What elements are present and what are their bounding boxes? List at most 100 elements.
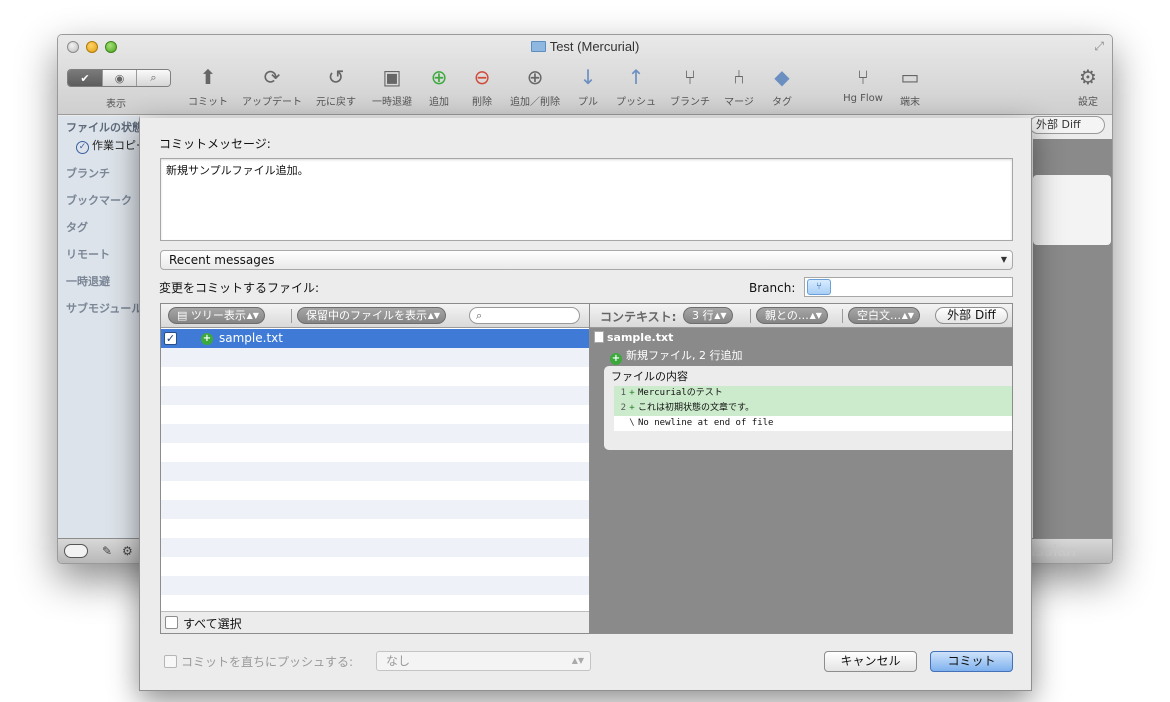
- sidebar-item-bookmarks[interactable]: ブックマーク: [66, 192, 132, 208]
- shelve-icon: ▣: [382, 65, 402, 89]
- sidebar-toggle-button[interactable]: [64, 544, 88, 558]
- push-immediately-label: コミットを直ちにプッシュする:: [181, 655, 354, 669]
- toolbar-terminal[interactable]: ▭ 端末: [898, 65, 922, 108]
- toolbar-label: 設定: [1078, 97, 1098, 108]
- toolbar-branch[interactable]: ⑂ ブランチ: [670, 65, 710, 108]
- background-external-diff-button[interactable]: 外部 Diff: [1029, 116, 1105, 134]
- push-icon: ↑: [627, 65, 645, 89]
- diff-toolbar: コンテキスト: 3 行 ▲▼ 親との… ▲▼ 空白文… ▲▼ 外部 Diff: [590, 304, 1012, 328]
- updown-arrow-icon: ▲▼: [809, 311, 822, 320]
- revert-icon: ↺: [327, 65, 345, 89]
- pull-icon: ↓: [579, 65, 597, 89]
- add-remove-icon: ⊕: [526, 65, 544, 89]
- line-text: これは初期状態の文章です。: [638, 403, 755, 413]
- line-number: 2: [620, 403, 626, 413]
- toolbar-label: プル: [578, 97, 598, 108]
- file-row-sample-txt[interactable]: ✓ + sample.txt: [161, 329, 589, 348]
- hunk-title: ファイルの内容: [611, 370, 688, 383]
- toolbar-tag[interactable]: ◆ タグ: [770, 65, 794, 108]
- hg-flow-icon: ⑂: [857, 65, 869, 89]
- checkmark-icon[interactable]: ✔: [68, 70, 102, 86]
- branch-field[interactable]: ⑂: [804, 277, 1013, 297]
- commit-message-input[interactable]: 新規サンプルファイル追加。: [160, 158, 1013, 241]
- context-lines-dropdown[interactable]: 3 行 ▲▼: [683, 307, 733, 324]
- tree-icon: ▤: [177, 309, 191, 322]
- updown-arrow-icon: ▲▼: [901, 311, 914, 320]
- updown-arrow-icon: ▲▼: [571, 656, 584, 665]
- push-target-select[interactable]: なし ▲▼: [376, 651, 591, 671]
- compose-icon[interactable]: ✎: [102, 544, 112, 558]
- cancel-button[interactable]: キャンセル: [824, 651, 917, 672]
- parent-diff-dropdown[interactable]: 親との… ▲▼: [756, 307, 828, 324]
- toolbar-separator: [750, 309, 751, 323]
- file-search-input[interactable]: ⌕: [469, 307, 580, 324]
- diff-sign: +: [629, 403, 635, 413]
- toolbar-merge[interactable]: ⑃ マージ: [724, 65, 754, 108]
- parent-diff-label: 親との…: [765, 309, 809, 322]
- terminal-icon: ▭: [900, 65, 920, 89]
- tree-view-dropdown[interactable]: ▤ ツリー表示 ▲▼: [168, 307, 265, 324]
- toolbar-add-remove[interactable]: ⊕ 追加／削除: [510, 65, 560, 108]
- diff-sign: +: [629, 388, 635, 398]
- files-panel: ▤ ツリー表示 ▲▼ 保留中のファイルを表示 ▲▼ ⌕ ✓ + sample.txt…: [160, 303, 590, 634]
- diff-line: 1 + Mercurialのテスト: [614, 386, 1012, 401]
- line-text: Mercurialのテスト: [638, 388, 723, 398]
- sidebar-title[interactable]: ファイルの状態: [66, 119, 143, 135]
- toolbar-commit[interactable]: ⬆ コミット: [188, 65, 228, 108]
- toolbar-label: 元に戻す: [316, 97, 356, 108]
- toolbar-label: アップデート: [242, 97, 302, 108]
- select-all-checkbox[interactable]: [165, 616, 178, 629]
- updown-arrow-icon: ▲▼: [427, 311, 440, 320]
- branch-label: Branch:: [749, 281, 796, 295]
- search-icon[interactable]: ⌕: [136, 70, 170, 86]
- sidebar-item-shelved[interactable]: 一時退避: [66, 273, 110, 289]
- toolbar-settings[interactable]: ⚙ 設定: [1076, 65, 1100, 108]
- updown-arrow-icon: ▲▼: [246, 311, 259, 320]
- background-diff-hunk: [1033, 175, 1111, 245]
- sidebar-item-remotes[interactable]: リモート: [66, 246, 110, 262]
- push-immediately-checkbox[interactable]: [164, 655, 177, 668]
- dropdown-arrow-icon: ▼: [1000, 255, 1007, 264]
- settings-small-icon[interactable]: ⚙: [122, 544, 133, 558]
- file-filter-dropdown[interactable]: 保留中のファイルを表示 ▲▼: [297, 307, 446, 324]
- toolbar-update[interactable]: ⟳ アップデート: [242, 65, 302, 108]
- sidebar-item-tags[interactable]: タグ: [66, 219, 88, 235]
- branch-icon[interactable]: ⑂: [807, 279, 831, 295]
- sidebar-item-branches[interactable]: ブランチ: [66, 165, 110, 181]
- diff-sign: \: [629, 418, 635, 428]
- sidebar-item-working-copy[interactable]: ✓ 作業コピー: [76, 137, 147, 154]
- diff-line: \ No newline at end of file: [614, 416, 1012, 431]
- diff-hunk: ファイルの内容 1 + Mercurialのテスト 2 + これは初期状態の文章です。 …: [604, 366, 1012, 450]
- file-name: sample.txt: [219, 331, 283, 345]
- add-icon: ⊕: [430, 65, 448, 89]
- toolbar-revert[interactable]: ↺ 元に戻す: [316, 65, 356, 108]
- log-view-icon[interactable]: ◉: [102, 70, 136, 86]
- fullscreen-icon[interactable]: ⤢: [1094, 39, 1104, 54]
- whitespace-dropdown[interactable]: 空白文… ▲▼: [848, 307, 920, 324]
- diff-summary-text: 新規ファイル, 2 行追加: [626, 349, 743, 362]
- context-label: コンテキスト:: [600, 310, 677, 324]
- files-footer: すべて選択: [161, 611, 589, 633]
- whitespace-label: 空白文…: [857, 309, 901, 322]
- toolbar-remove[interactable]: ⊖ 削除: [470, 65, 494, 108]
- commit-button[interactable]: コミット: [930, 651, 1013, 672]
- file-list: ✓ + sample.txt: [161, 329, 589, 610]
- diff-file-name: sample.txt: [607, 331, 674, 344]
- line-number: 1: [620, 388, 626, 398]
- external-diff-button[interactable]: 外部 Diff: [935, 307, 1008, 324]
- document-icon: [594, 331, 604, 343]
- files-toolbar: ▤ ツリー表示 ▲▼ 保留中のファイルを表示 ▲▼ ⌕: [161, 304, 589, 328]
- toolbar-label: 端末: [900, 97, 920, 108]
- sidebar-item-submodules[interactable]: サブモジュール: [66, 300, 142, 316]
- select-all-label[interactable]: すべて選択: [183, 615, 242, 632]
- toolbar-shelve[interactable]: ▣ 一時退避: [372, 65, 412, 108]
- file-checkbox[interactable]: ✓: [164, 332, 177, 345]
- toolbar-push[interactable]: ↑ プッシュ: [616, 65, 656, 108]
- toolbar-hg-flow[interactable]: ⑂ Hg Flow: [843, 65, 883, 104]
- push-target-value: なし: [386, 654, 411, 668]
- toolbar-label: マージ: [724, 97, 754, 108]
- toolbar-add[interactable]: ⊕ 追加: [427, 65, 451, 108]
- view-segmented-control[interactable]: ✔ ◉ ⌕: [67, 69, 171, 87]
- recent-messages-dropdown[interactable]: Recent messages ▼: [160, 250, 1013, 270]
- toolbar-pull[interactable]: ↓ プル: [576, 65, 600, 108]
